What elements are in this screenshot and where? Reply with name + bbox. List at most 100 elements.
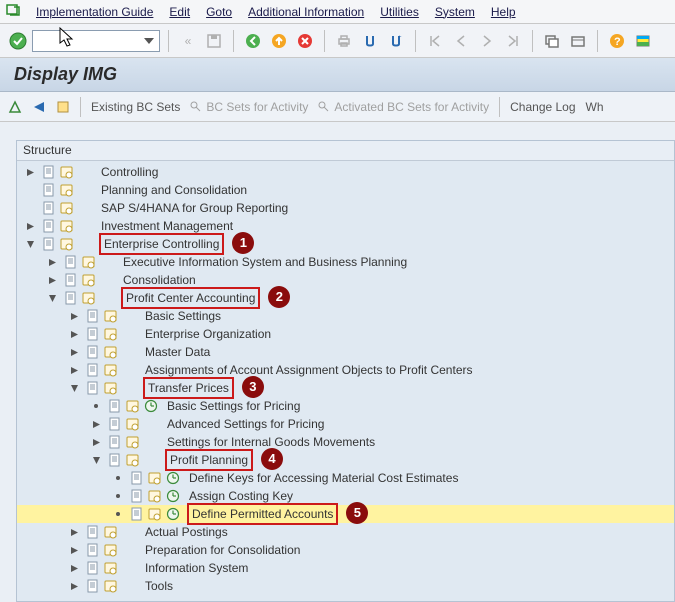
doc-icon[interactable]	[63, 272, 79, 288]
nav-exit-icon[interactable]	[268, 30, 290, 52]
expand-icon[interactable]	[67, 579, 81, 593]
menu-additional-information[interactable]: Additional Information	[240, 3, 372, 21]
tree-node-label[interactable]: Profit Center Accounting	[121, 287, 260, 309]
expand-icon[interactable]	[67, 525, 81, 539]
activity-icon[interactable]	[59, 236, 75, 252]
menu-edit[interactable]: Edit	[161, 3, 198, 21]
expand-icon[interactable]	[45, 273, 59, 287]
activity-icon[interactable]	[103, 524, 119, 540]
tree-row[interactable]: Profit Center Accounting2	[17, 289, 674, 307]
menu-goto[interactable]: Goto	[198, 3, 240, 21]
expand-icon[interactable]	[89, 417, 103, 431]
activated-bc-sets[interactable]: Activated BC Sets for Activity	[318, 100, 489, 114]
tree-row[interactable]: Profit Planning4	[17, 451, 674, 469]
tree-node-label[interactable]: Define Keys for Accessing Material Cost …	[187, 469, 460, 487]
tree-row[interactable]: Define Permitted Accounts5	[17, 505, 674, 523]
tree-node-label[interactable]: Controlling	[99, 163, 160, 181]
execute-icon[interactable]	[165, 488, 181, 504]
activity-icon[interactable]	[81, 254, 97, 270]
expand-icon[interactable]	[45, 255, 59, 269]
doc-icon[interactable]	[85, 308, 101, 324]
menu-system[interactable]: System	[427, 3, 483, 21]
expand-icon[interactable]	[67, 363, 81, 377]
collapse-icon[interactable]	[23, 237, 37, 251]
back-icon[interactable]: «	[177, 30, 199, 52]
doc-icon[interactable]	[41, 218, 57, 234]
nav-back-icon[interactable]	[242, 30, 264, 52]
tree-node-label[interactable]: Actual Postings	[143, 523, 230, 541]
save-icon[interactable]	[203, 30, 225, 52]
tree-node-label[interactable]: Define Permitted Accounts	[187, 503, 338, 525]
command-field[interactable]	[32, 30, 160, 52]
doc-icon[interactable]	[129, 470, 145, 486]
activity-icon[interactable]	[59, 200, 75, 216]
tree-row[interactable]: Tools	[17, 577, 674, 595]
activity-icon[interactable]	[103, 380, 119, 396]
doc-icon[interactable]	[41, 164, 57, 180]
doc-icon[interactable]	[85, 344, 101, 360]
doc-icon[interactable]	[85, 560, 101, 576]
expand-icon[interactable]	[67, 327, 81, 341]
command-field-dropdown-icon[interactable]	[141, 32, 157, 50]
activity-icon[interactable]	[81, 272, 97, 288]
menu-help[interactable]: Help	[483, 3, 524, 21]
expand-icon[interactable]	[67, 309, 81, 323]
doc-icon[interactable]	[85, 326, 101, 342]
activity-icon[interactable]	[125, 416, 141, 432]
find-icon[interactable]	[359, 30, 381, 52]
tree-node-label[interactable]: Enterprise Controlling	[99, 233, 224, 255]
activity-icon[interactable]	[103, 326, 119, 342]
tree-row[interactable]: Consolidation	[17, 271, 674, 289]
tree-node-label[interactable]: Basic Settings	[143, 307, 223, 325]
tree-node-label[interactable]: Information System	[143, 559, 250, 577]
doc-icon[interactable]	[63, 290, 79, 306]
menu-utilities[interactable]: Utilities	[372, 3, 427, 21]
tree-node-label[interactable]: Preparation for Consolidation	[143, 541, 302, 559]
activity-icon[interactable]	[103, 362, 119, 378]
tree-row[interactable]: Settings for Internal Goods Movements	[17, 433, 674, 451]
collapse-icon[interactable]	[89, 453, 103, 467]
menu-implementation-guide[interactable]: Implementation Guide	[28, 3, 161, 21]
tree-row[interactable]: SAP S/4HANA for Group Reporting	[17, 199, 674, 217]
ok-icon[interactable]	[8, 31, 28, 51]
tree-node-label[interactable]: Transfer Prices	[143, 377, 234, 399]
collapse-icon[interactable]	[45, 291, 59, 305]
tree-row[interactable]: Assign Costing Key	[17, 487, 674, 505]
tree-row[interactable]: Controlling	[17, 163, 674, 181]
doc-icon[interactable]	[85, 542, 101, 558]
new-session-icon[interactable]	[541, 30, 563, 52]
tree-row[interactable]: Executive Information System and Busines…	[17, 253, 674, 271]
expand-icon[interactable]	[67, 345, 81, 359]
bc-sets-for-activity[interactable]: BC Sets for Activity	[190, 100, 308, 114]
collapse-icon[interactable]	[67, 381, 81, 395]
doc-icon[interactable]	[107, 416, 123, 432]
expand-icon[interactable]	[89, 435, 103, 449]
doc-icon[interactable]	[41, 200, 57, 216]
doc-icon[interactable]	[107, 398, 123, 414]
doc-icon[interactable]	[63, 254, 79, 270]
expand-icon[interactable]	[23, 219, 37, 233]
doc-icon[interactable]	[129, 488, 145, 504]
doc-icon[interactable]	[85, 362, 101, 378]
shortcut-icon[interactable]	[567, 30, 589, 52]
activity-icon[interactable]	[103, 344, 119, 360]
expand-icon[interactable]	[67, 561, 81, 575]
activity-icon[interactable]	[59, 182, 75, 198]
tree-row[interactable]: Assignments of Account Assignment Object…	[17, 361, 674, 379]
tree-node-label[interactable]: Advanced Settings for Pricing	[165, 415, 326, 433]
activity-icon[interactable]	[59, 218, 75, 234]
tree-node-label[interactable]: SAP S/4HANA for Group Reporting	[99, 199, 290, 217]
activity-icon[interactable]	[59, 164, 75, 180]
doc-icon[interactable]	[85, 524, 101, 540]
layout-icon[interactable]	[632, 30, 654, 52]
activity-icon[interactable]	[147, 470, 163, 486]
doc-icon[interactable]	[107, 434, 123, 450]
tree-node-label[interactable]: Basic Settings for Pricing	[165, 397, 302, 415]
print-icon[interactable]	[333, 30, 355, 52]
activity-icon[interactable]	[147, 506, 163, 522]
release-notes-icon[interactable]	[56, 100, 70, 114]
where-else-used[interactable]: Wh	[586, 100, 604, 114]
execute-icon[interactable]	[165, 506, 181, 522]
expand-icon[interactable]	[23, 165, 37, 179]
tree-row[interactable]: Enterprise Controlling1	[17, 235, 674, 253]
